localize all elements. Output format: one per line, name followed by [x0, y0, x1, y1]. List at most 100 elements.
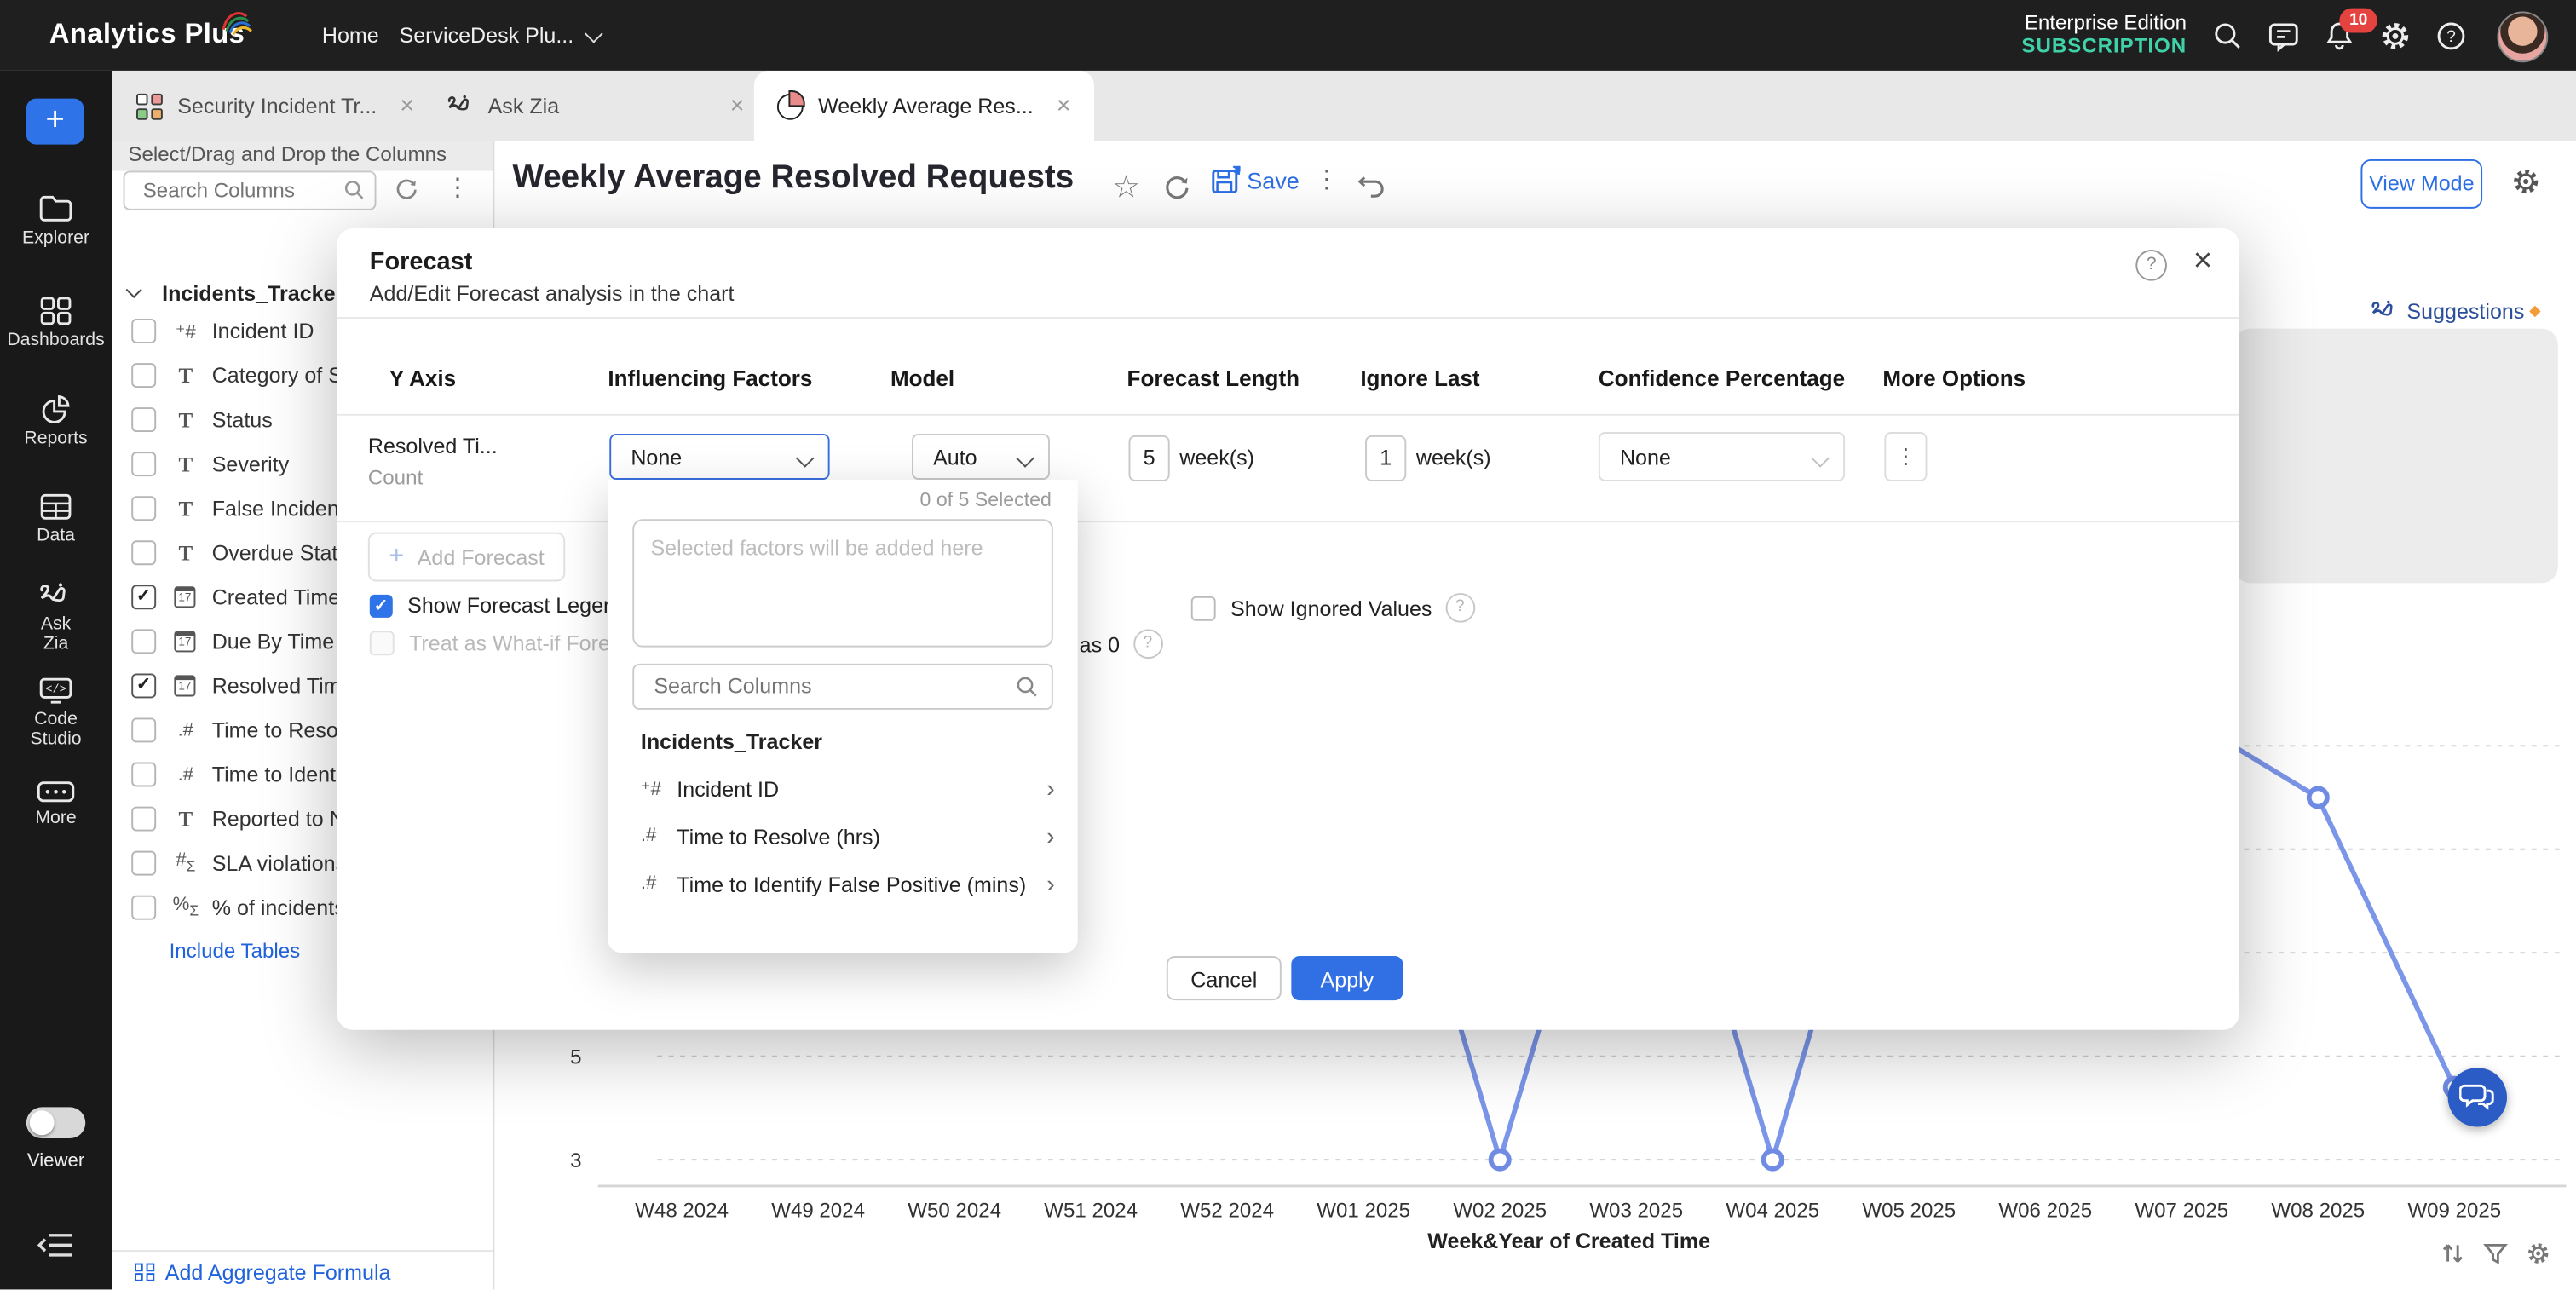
- forecast-length-input[interactable]: 5: [1128, 435, 1169, 481]
- close-icon[interactable]: ×: [1057, 92, 1071, 120]
- sidebar-item-more[interactable]: More: [0, 780, 112, 828]
- svg-text:W49 2024: W49 2024: [771, 1200, 865, 1223]
- unchecked-checkbox-icon[interactable]: [131, 718, 156, 743]
- columns-search-input[interactable]: [140, 177, 340, 204]
- settings-gear-icon[interactable]: [2379, 20, 2412, 53]
- selected-factors-box[interactable]: Selected factors will be added here: [632, 519, 1053, 647]
- collapse-sidebar-icon[interactable]: [36, 1230, 75, 1268]
- svg-text:?: ?: [2446, 28, 2456, 46]
- unchecked-checkbox-icon[interactable]: [131, 496, 156, 521]
- edition-info: Enterprise Edition SUBSCRIPTION: [2021, 11, 2187, 57]
- search-icon[interactable]: [2211, 20, 2245, 53]
- sidebar-item-data[interactable]: Data: [0, 492, 112, 545]
- undo-icon[interactable]: [1357, 172, 1386, 206]
- unchecked-checkbox-icon[interactable]: [131, 763, 156, 787]
- sidebar-item-dashboards[interactable]: Dashboards: [0, 296, 112, 350]
- sidebar-item-code-studio[interactable]: </>CodeStudio: [0, 677, 112, 749]
- help-icon[interactable]: ?: [2435, 20, 2468, 53]
- unchecked-checkbox-icon[interactable]: [131, 851, 156, 876]
- help-icon[interactable]: ?: [2135, 250, 2167, 281]
- add-forecast-button[interactable]: + Add Forecast: [368, 533, 565, 582]
- unchecked-checkbox-icon[interactable]: [131, 407, 156, 432]
- nav-servicedesk-menu[interactable]: ServiceDesk Plu...: [399, 23, 598, 48]
- pie-chart-icon: [777, 93, 804, 119]
- chevron-right-icon: ›: [1046, 775, 1055, 803]
- chevron-down-icon: [585, 25, 603, 43]
- logo-swoosh-icon: [220, 7, 256, 37]
- svg-text:W07 2025: W07 2025: [2135, 1200, 2228, 1223]
- unchecked-checkbox-icon[interactable]: [131, 540, 156, 565]
- user-avatar[interactable]: [2497, 11, 2548, 62]
- checked-checkbox-icon[interactable]: ✓: [370, 594, 393, 617]
- zia-chat-bubble-button[interactable]: [2448, 1068, 2507, 1126]
- feedback-icon[interactable]: [2268, 20, 2301, 53]
- unchecked-checkbox-icon[interactable]: [370, 631, 395, 655]
- more-options-kebab-button[interactable]: ⋮: [1884, 432, 1927, 481]
- panel-kebab-icon[interactable]: ⋮: [445, 172, 470, 202]
- unchecked-checkbox-icon[interactable]: [131, 629, 156, 654]
- cancel-button[interactable]: Cancel: [1167, 956, 1282, 1000]
- table-tree-header[interactable]: Incidents_Tracker: [128, 281, 343, 306]
- view-mode-button[interactable]: View Mode: [2360, 159, 2482, 209]
- tab-ask-zia[interactable]: Ask Zia ×: [434, 71, 758, 141]
- sort-icon[interactable]: [2440, 1241, 2466, 1267]
- confidence-select[interactable]: None: [1599, 432, 1845, 481]
- notification-count-badge: 10: [2339, 9, 2377, 33]
- app-topbar: Analytics Plus Home ServiceDesk Plu... E…: [0, 0, 2576, 71]
- treat-as-whatif-checkbox[interactable]: Treat as What-if Forec...: [370, 631, 639, 655]
- unchecked-checkbox-icon[interactable]: [131, 319, 156, 343]
- sidebar-item-explorer[interactable]: Explorer: [0, 193, 112, 248]
- unchecked-checkbox-icon[interactable]: [131, 807, 156, 832]
- columns-search[interactable]: [124, 171, 377, 210]
- unchecked-checkbox-icon[interactable]: [131, 452, 156, 476]
- zia-suggestions-link[interactable]: Suggestions ◆: [2371, 299, 2541, 324]
- refresh-icon[interactable]: [1163, 174, 1191, 210]
- unchecked-checkbox-icon[interactable]: [131, 363, 156, 388]
- selected-count: 0 of 5 Selected: [920, 488, 1052, 511]
- decimal-type-icon: .#: [170, 720, 203, 740]
- app-logo[interactable]: Analytics Plus: [49, 18, 245, 51]
- show-forecast-legend-checkbox[interactable]: ✓ Show Forecast Legen...: [370, 593, 633, 618]
- close-icon[interactable]: ×: [400, 92, 414, 120]
- sidebar-item-reports[interactable]: Reports: [0, 394, 112, 449]
- sparkle-icon: ◆: [2529, 302, 2540, 320]
- dropdown-search[interactable]: [632, 664, 1053, 710]
- tab-security-incident[interactable]: Security Incident Tr... ×: [124, 71, 428, 141]
- include-tables-link[interactable]: Include Tables: [170, 940, 301, 963]
- sidebar-item-ask-zia[interactable]: AskZia: [0, 583, 112, 654]
- panel-refresh-icon[interactable]: [395, 177, 419, 210]
- col-header-model: Model: [890, 366, 954, 391]
- apply-button[interactable]: Apply: [1291, 956, 1403, 1000]
- nav-home[interactable]: Home: [322, 23, 379, 48]
- dropdown-item-time-to-resolve-hrs[interactable]: .#Time to Resolve (hrs)›: [608, 813, 1077, 859]
- create-new-button[interactable]: +: [26, 99, 84, 145]
- report-settings-gear-icon[interactable]: [2510, 166, 2542, 205]
- viewer-toggle[interactable]: [26, 1107, 85, 1138]
- dropdown-search-input[interactable]: [650, 672, 1002, 700]
- unchecked-checkbox-icon[interactable]: [131, 896, 156, 920]
- close-icon[interactable]: ×: [730, 92, 745, 120]
- favorite-star-icon[interactable]: ☆: [1112, 170, 1140, 207]
- percent-aggregate-type-icon: %Σ: [170, 896, 203, 919]
- chat-icon: [2459, 1081, 2495, 1114]
- help-icon[interactable]: ?: [1445, 593, 1475, 623]
- save-button[interactable]: ✱ Save: [1211, 166, 1300, 196]
- more-actions-kebab-icon[interactable]: ⋮: [1314, 164, 1339, 194]
- unchecked-checkbox-icon[interactable]: [1191, 596, 1216, 620]
- ignore-last-input[interactable]: 1: [1365, 435, 1406, 481]
- help-icon[interactable]: ?: [1132, 629, 1162, 659]
- model-select[interactable]: Auto: [912, 434, 1050, 480]
- checked-checkbox-icon[interactable]: ✓: [131, 585, 156, 609]
- filter-icon[interactable]: [2482, 1241, 2509, 1267]
- dropdown-item-time-to-identify-false-positive-mins[interactable]: .#Time to Identify False Positive (mins)…: [608, 861, 1077, 907]
- svg-text:W01 2025: W01 2025: [1317, 1200, 1410, 1223]
- close-icon[interactable]: ×: [2193, 243, 2213, 280]
- checked-checkbox-icon[interactable]: ✓: [131, 673, 156, 698]
- add-aggregate-formula-link[interactable]: Add Aggregate Formula: [135, 1260, 390, 1285]
- date-type-icon: 17: [170, 630, 203, 653]
- tab-weekly-average-active[interactable]: Weekly Average Res... ×: [754, 71, 1094, 141]
- influencing-factors-select[interactable]: None: [609, 434, 829, 480]
- show-ignored-values-checkbox[interactable]: Show Ignored Values ?: [1191, 593, 1475, 623]
- dropdown-item-incident-id[interactable]: ⁺#Incident ID›: [608, 765, 1077, 811]
- chart-settings-gear-icon[interactable]: [2525, 1241, 2551, 1267]
